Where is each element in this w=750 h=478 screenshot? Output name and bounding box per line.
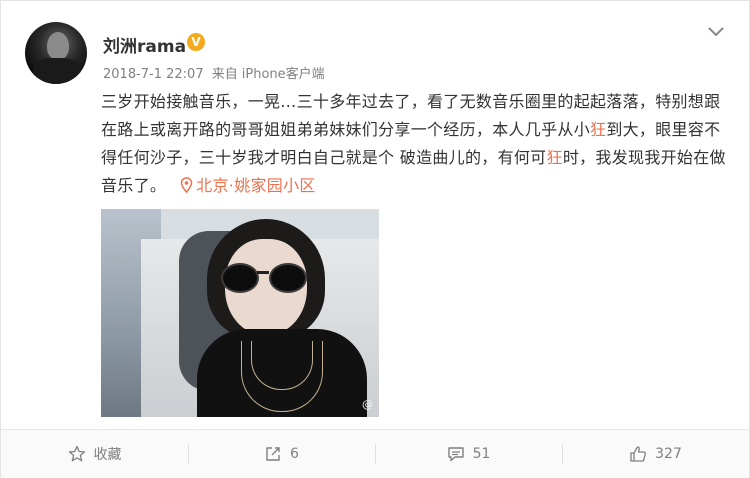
favorite-button[interactable]: 收藏: [1, 430, 188, 478]
repost-icon: [266, 447, 280, 461]
post-text: 三岁开始接触音乐，一晃…三十多年过去了，看了无数音乐圈里的起起落落，特别想跟在路…: [101, 88, 731, 200]
location-pin-icon: [180, 177, 193, 194]
action-bar: 收藏 6 51 327: [1, 429, 749, 478]
chevron-down-icon[interactable]: [707, 25, 725, 39]
post-timestamp[interactable]: 2018-7-1 22:07: [103, 67, 204, 82]
comment-icon: [447, 447, 464, 462]
star-icon: [68, 445, 85, 462]
post-source[interactable]: iPhone客户端: [242, 67, 325, 82]
post-image[interactable]: @: [101, 209, 379, 417]
like-count: 327: [655, 446, 682, 462]
weibo-post-card: 刘洲rama V 2018-7-1 22:07 来自 iPhone客户端 三岁开始…: [0, 0, 750, 478]
sunglasses-bridge: [257, 271, 269, 274]
favorite-label: 收藏: [93, 447, 122, 463]
highlight-word-1: 狂: [590, 120, 607, 139]
comment-count: 51: [472, 446, 491, 462]
comment-button[interactable]: 51: [375, 430, 562, 478]
repost-count: 6: [290, 446, 299, 462]
thumbs-up-icon: [630, 446, 647, 462]
source-prefix: 来自: [211, 67, 238, 82]
location-label: 北京·姚家园小区: [196, 176, 316, 195]
avatar-face: [47, 32, 69, 60]
highlight-word-2: 狂: [546, 148, 563, 167]
avatar[interactable]: [25, 22, 87, 84]
sunglasses-left-lens: [221, 263, 259, 293]
username[interactable]: 刘洲rama: [103, 32, 186, 57]
verified-badge-icon: V: [187, 33, 205, 51]
image-watermark: @: [362, 398, 373, 411]
post-meta: 2018-7-1 22:07 来自 iPhone客户端: [103, 63, 329, 82]
location-link[interactable]: 北京·姚家园小区: [180, 176, 316, 195]
avatar-body: [33, 58, 81, 84]
sunglasses-right-lens: [269, 263, 307, 293]
repost-button[interactable]: 6: [188, 430, 375, 478]
like-button[interactable]: 327: [562, 430, 749, 478]
